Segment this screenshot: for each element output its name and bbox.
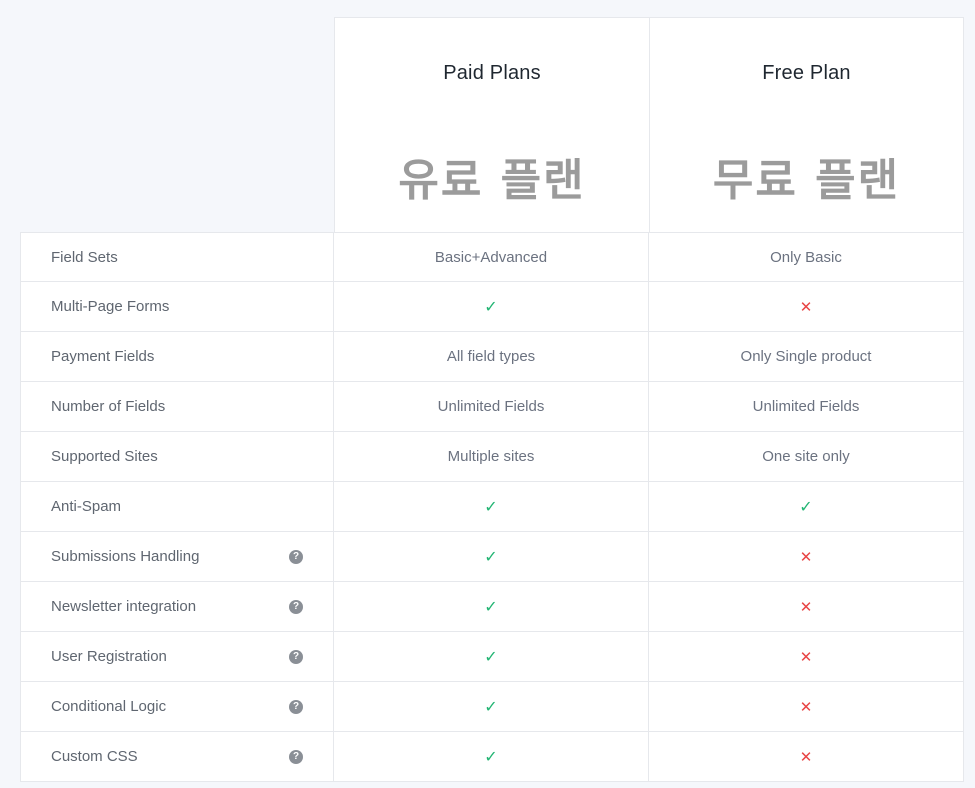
table-row: Custom CSS? ✓ ✕ xyxy=(20,732,964,782)
check-icon: ✓ xyxy=(484,598,498,616)
paid-plan-value: All field types xyxy=(446,348,536,365)
free-plan-value: Only Basic xyxy=(770,249,842,266)
table-row: Number of Fields Unlimited Fields Unlimite… xyxy=(20,382,964,432)
feature-label: Number of Fields xyxy=(51,398,166,415)
paid-plan-cell: ✓ xyxy=(334,632,649,681)
help-icon[interactable]: ? xyxy=(289,549,303,564)
free-plan-cell: ✕ xyxy=(649,532,964,581)
table-row: Multi-Page Forms ✓ ✕ xyxy=(20,282,964,332)
free-plan-cell: ✕ xyxy=(649,582,964,631)
free-plan-title: Free Plan xyxy=(762,62,851,84)
free-plan-cell: ✕ xyxy=(649,632,964,681)
table-row: Anti-Spam ✓ ✓ xyxy=(20,482,964,532)
free-plan-cell: ✕ xyxy=(649,682,964,731)
free-plan-cell: Only Single product xyxy=(649,332,964,381)
feature-cell: Anti-Spam xyxy=(20,482,334,531)
cross-icon: ✕ xyxy=(799,698,813,716)
help-icon[interactable]: ? xyxy=(289,649,303,664)
paid-plan-cell: ✓ xyxy=(334,682,649,731)
feature-label: Anti-Spam xyxy=(51,498,122,515)
feature-cell: Custom CSS? xyxy=(20,732,334,781)
paid-plan-cell: All field types xyxy=(334,332,649,381)
feature-label: Payment Fields xyxy=(51,348,155,365)
table-row: Newsletter integration? ✓ ✕ xyxy=(20,582,964,632)
table-row: Submissions Handling? ✓ ✕ xyxy=(20,532,964,582)
table-row: User Registration? ✓ ✕ xyxy=(20,632,964,682)
check-icon: ✓ xyxy=(484,698,498,716)
paid-plan-cell: Multiple sites xyxy=(334,432,649,481)
check-icon: ✓ xyxy=(484,548,498,566)
cross-icon: ✕ xyxy=(799,298,813,316)
paid-plan-korean-title: 유료 플랜 xyxy=(398,155,586,206)
feature-cell: Conditional Logic? xyxy=(20,682,334,731)
paid-plan-cell: ✓ xyxy=(334,282,649,331)
paid-plan-cell: ✓ xyxy=(334,482,649,531)
table-row: Conditional Logic? ✓ ✕ xyxy=(20,682,964,732)
paid-plan-value: Unlimited Fields xyxy=(437,398,545,415)
feature-cell: User Registration? xyxy=(20,632,334,681)
check-icon: ✓ xyxy=(484,298,498,316)
cross-icon: ✕ xyxy=(799,548,813,566)
feature-cell: Payment Fields xyxy=(20,332,334,381)
paid-plan-value: Multiple sites xyxy=(447,448,535,465)
paid-plan-header: Paid Plans 유료 플랜 xyxy=(334,17,650,233)
feature-cell: Field Sets xyxy=(20,233,334,282)
table-row: Field Sets Basic+Advanced Only Basic xyxy=(20,232,964,282)
feature-cell: Multi-Page Forms xyxy=(20,282,334,331)
free-plan-cell: Only Basic xyxy=(649,233,964,282)
feature-label: Custom CSS xyxy=(51,748,138,765)
table-row: Supported Sites Multiple sites One site on… xyxy=(20,432,964,482)
free-plan-value: Unlimited Fields xyxy=(752,398,860,415)
help-icon[interactable]: ? xyxy=(289,699,303,714)
free-plan-cell: Unlimited Fields xyxy=(649,382,964,431)
paid-plan-cell: ✓ xyxy=(334,732,649,781)
check-icon: ✓ xyxy=(799,498,813,516)
plan-comparison-table: Field Sets Basic+Advanced Only Basic Multi-… xyxy=(20,232,964,782)
feature-cell: Supported Sites xyxy=(20,432,334,481)
check-icon: ✓ xyxy=(484,748,498,766)
free-plan-cell: One site only xyxy=(649,432,964,481)
feature-cell: Number of Fields xyxy=(20,382,334,431)
feature-label: User Registration xyxy=(51,648,167,665)
paid-plan-cell: Basic+Advanced xyxy=(334,233,649,282)
feature-label: Conditional Logic xyxy=(51,698,167,715)
help-icon[interactable]: ? xyxy=(289,749,303,764)
table-row: Payment Fields All field types Only Single… xyxy=(20,332,964,382)
cross-icon: ✕ xyxy=(799,748,813,766)
free-plan-value: Only Single product xyxy=(740,348,872,365)
check-icon: ✓ xyxy=(484,498,498,516)
free-plan-value: One site only xyxy=(762,448,850,465)
free-plan-cell: ✕ xyxy=(649,282,964,331)
free-plan-korean-title: 무료 플랜 xyxy=(712,155,901,206)
cross-icon: ✕ xyxy=(799,598,813,616)
feature-cell: Newsletter integration? xyxy=(20,582,334,631)
paid-plan-value: Basic+Advanced xyxy=(434,249,548,266)
check-icon: ✓ xyxy=(484,648,498,666)
cross-icon: ✕ xyxy=(799,648,813,666)
paid-plan-cell: ✓ xyxy=(334,532,649,581)
paid-plan-cell: Unlimited Fields xyxy=(334,382,649,431)
free-plan-cell: ✓ xyxy=(649,482,964,531)
feature-label: Multi-Page Forms xyxy=(51,298,170,315)
feature-label: Submissions Handling xyxy=(51,548,200,565)
feature-label: Supported Sites xyxy=(51,448,158,465)
help-icon[interactable]: ? xyxy=(289,599,303,614)
paid-plan-cell: ✓ xyxy=(334,582,649,631)
free-plan-header: Free Plan 무료 플랜 xyxy=(649,17,964,233)
feature-cell: Submissions Handling? xyxy=(20,532,334,581)
free-plan-cell: ✕ xyxy=(649,732,964,781)
feature-label: Newsletter integration xyxy=(51,598,197,615)
paid-plan-title: Paid Plans xyxy=(443,62,541,84)
feature-label: Field Sets xyxy=(51,249,118,266)
